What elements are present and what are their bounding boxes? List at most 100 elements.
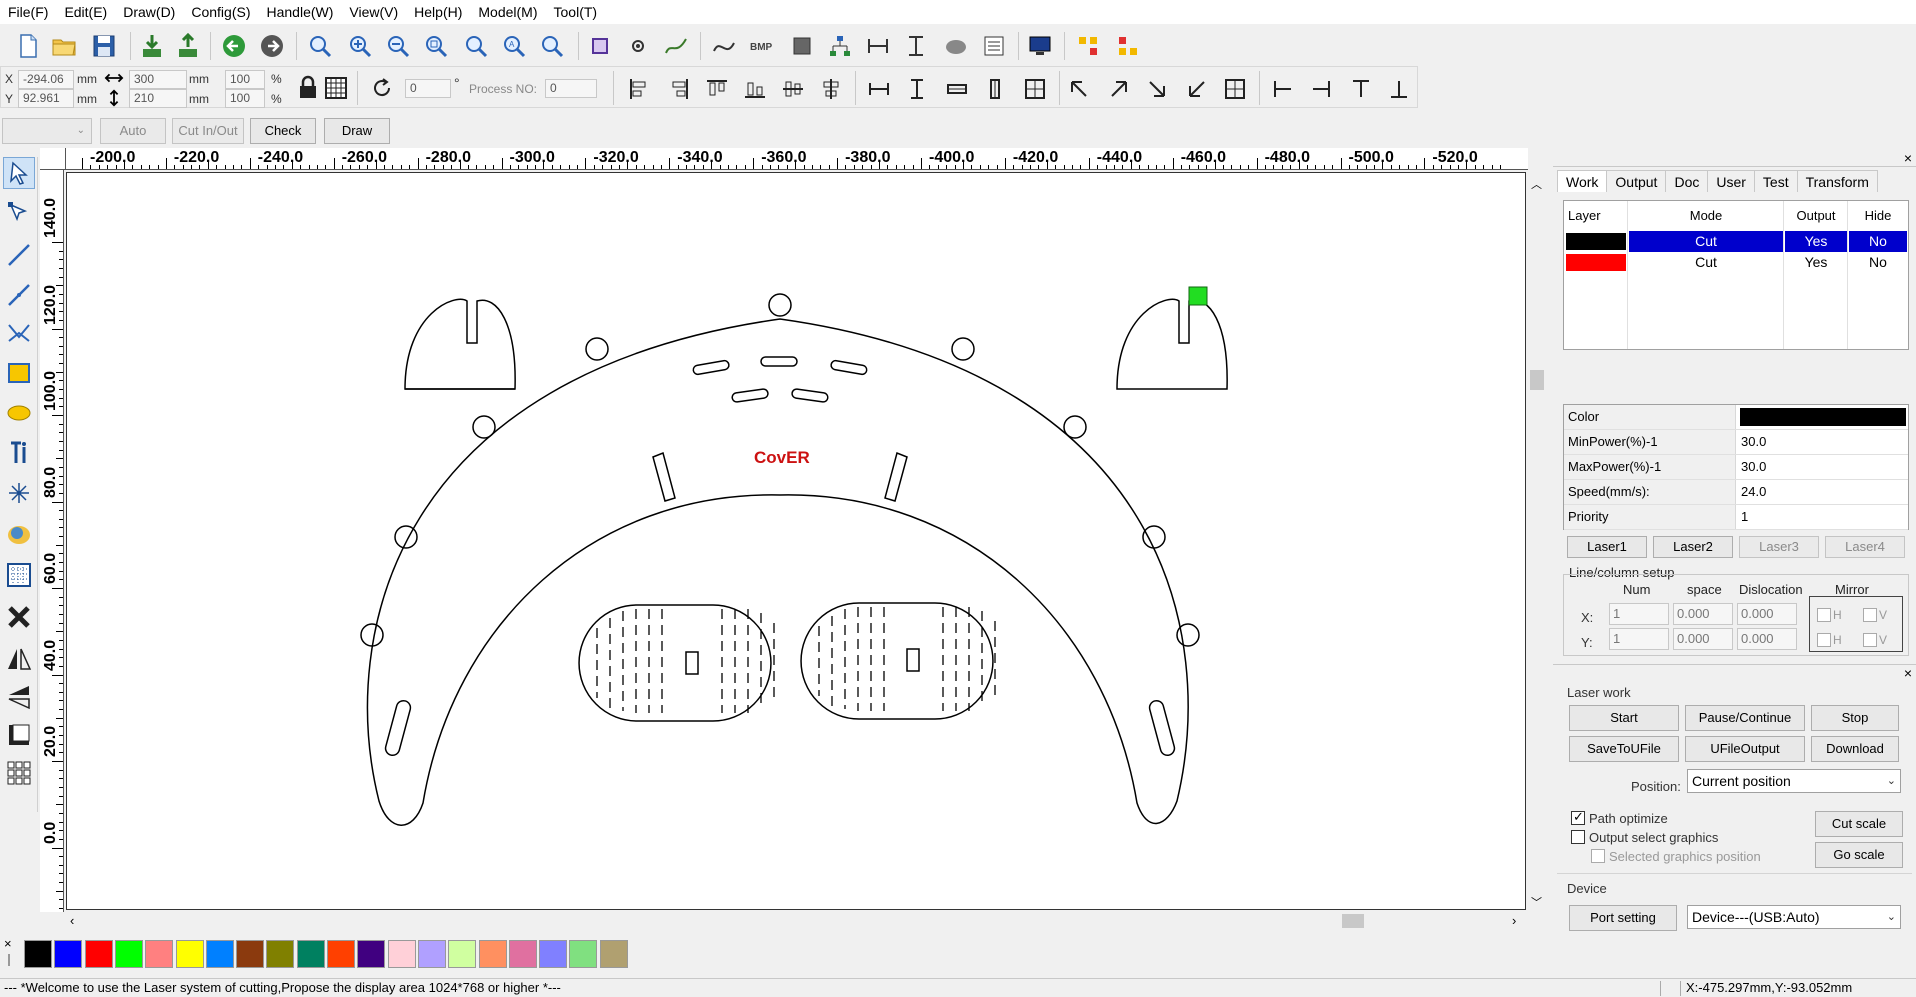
monitor-button[interactable] <box>1024 30 1056 62</box>
select-tool[interactable] <box>3 157 35 189</box>
layer-output[interactable]: Yes <box>1785 231 1847 252</box>
fill-button[interactable] <box>786 30 818 62</box>
property-value[interactable]: 30.0 <box>1738 455 1908 479</box>
property-value[interactable]: 24.0 <box>1738 480 1908 504</box>
rotate-button[interactable] <box>367 73 397 103</box>
same-size-v-button[interactable] <box>979 73 1011 105</box>
save-file-button[interactable] <box>88 30 120 62</box>
x-position-field[interactable]: -294.06 <box>18 70 74 89</box>
rectangle-tool[interactable] <box>3 357 35 389</box>
menu-item-5[interactable]: View(V) <box>341 0 406 24</box>
color-swatch[interactable] <box>145 940 174 968</box>
mirror-x-v-checkbox[interactable] <box>1863 608 1877 622</box>
tab-output[interactable]: Output <box>1606 170 1667 192</box>
move-top-right-button[interactable] <box>1103 73 1135 105</box>
rotation-field[interactable]: 0 <box>405 79 451 98</box>
y-position-field[interactable]: 92.961 <box>18 89 74 108</box>
delete-tool[interactable] <box>3 601 35 633</box>
array-button[interactable] <box>940 30 972 62</box>
color-swatch[interactable] <box>84 940 113 968</box>
color-swatch[interactable] <box>478 940 507 968</box>
dist-bottom-button[interactable] <box>1383 73 1415 105</box>
same-width-button[interactable] <box>863 73 895 105</box>
color-swatch[interactable] <box>569 940 598 968</box>
color-swatch[interactable] <box>448 940 477 968</box>
bitmap-tool[interactable] <box>3 519 35 551</box>
align-left-button[interactable] <box>623 73 655 105</box>
align-nodes-button[interactable] <box>1072 30 1104 62</box>
laser-work-close-icon[interactable]: × <box>1904 665 1912 681</box>
node-edit-button[interactable] <box>622 30 654 62</box>
export-button[interactable] <box>172 30 204 62</box>
move-bottom-left-button[interactable] <box>1181 73 1213 105</box>
tab-doc[interactable]: Doc <box>1665 170 1709 192</box>
zoom-page-button[interactable] <box>420 30 452 62</box>
layer-mode[interactable]: Cut <box>1629 231 1783 252</box>
property-value[interactable]: 1 <box>1738 505 1908 529</box>
scale-h-field[interactable]: 100 <box>225 89 265 108</box>
start-button[interactable]: Start <box>1569 705 1679 731</box>
grid-select-button[interactable] <box>323 75 349 101</box>
grid-tool[interactable] <box>3 559 35 591</box>
color-swatch[interactable] <box>357 940 386 968</box>
layer-hide[interactable]: No <box>1849 231 1907 252</box>
tab-transform[interactable]: Transform <box>1796 170 1878 192</box>
layer-hide[interactable]: No <box>1849 252 1907 273</box>
distance-h-button[interactable] <box>862 30 894 62</box>
x-num-input[interactable]: 1 <box>1609 603 1669 625</box>
curve-tool[interactable] <box>3 317 35 349</box>
color-swatch[interactable] <box>205 940 234 968</box>
vertical-scroll-thumb[interactable] <box>1530 370 1544 390</box>
point-tool[interactable] <box>3 477 35 509</box>
cut-scale-button[interactable]: Cut scale <box>1815 811 1903 837</box>
move-center-button[interactable] <box>1219 73 1251 105</box>
bitmap-button[interactable]: BMP <box>746 30 778 62</box>
menu-item-4[interactable]: Handle(W) <box>258 0 341 24</box>
property-color-value[interactable] <box>1740 408 1906 426</box>
layer-dropdown[interactable]: ⌄ <box>2 118 92 144</box>
work-panel-close-icon[interactable]: × <box>1904 150 1912 166</box>
mirror-y-h-checkbox[interactable] <box>1817 633 1831 647</box>
palette-close-icon[interactable]: × <box>4 936 12 951</box>
width-field[interactable]: 300 <box>129 70 187 89</box>
redo-button[interactable] <box>256 30 288 62</box>
menu-item-3[interactable]: Config(S) <box>183 0 258 24</box>
import-button[interactable] <box>136 30 168 62</box>
menu-item-6[interactable]: Help(H) <box>406 0 470 24</box>
zoom-out-button[interactable] <box>382 30 414 62</box>
smooth-curve-button[interactable] <box>708 30 740 62</box>
tab-work[interactable]: Work <box>1557 170 1608 192</box>
new-file-button[interactable] <box>12 30 44 62</box>
y-space-input[interactable]: 0.000 <box>1673 628 1733 650</box>
color-swatch[interactable] <box>508 940 537 968</box>
align-right-button[interactable] <box>663 73 695 105</box>
mirror-y-v-checkbox[interactable] <box>1863 633 1877 647</box>
color-swatch[interactable] <box>387 940 416 968</box>
align-bottom-button[interactable] <box>739 73 771 105</box>
go-scale-button[interactable]: Go scale <box>1815 842 1903 868</box>
drawing-canvas[interactable]: CovER <box>66 172 1526 910</box>
menu-item-2[interactable]: Draw(D) <box>115 0 183 24</box>
text-tool[interactable] <box>3 437 35 469</box>
zoom-fit-button[interactable] <box>536 30 568 62</box>
line-tool[interactable] <box>3 239 35 271</box>
align-top-button[interactable] <box>701 73 733 105</box>
zoom-in-button[interactable] <box>344 30 376 62</box>
layer-row[interactable]: Cut Yes No <box>1564 231 1908 252</box>
property-value[interactable]: 30.0 <box>1738 430 1908 454</box>
scroll-left-arrow-icon[interactable]: ‹ <box>70 913 74 928</box>
zoom-select-button[interactable] <box>460 30 492 62</box>
mirror-h-tool[interactable] <box>3 643 35 675</box>
menu-item-0[interactable]: File(F) <box>0 0 56 24</box>
align-center-v-button[interactable] <box>777 73 809 105</box>
move-bottom-right-button[interactable] <box>1141 73 1173 105</box>
scroll-up-arrow-icon[interactable]: ︿ <box>1531 176 1542 192</box>
distance-v-button[interactable] <box>900 30 932 62</box>
laser-4-button[interactable]: Laser4 <box>1825 536 1905 558</box>
tab-test[interactable]: Test <box>1753 170 1798 192</box>
undo-button[interactable] <box>218 30 250 62</box>
color-swatch[interactable] <box>266 940 295 968</box>
tab-user[interactable]: User <box>1707 170 1755 192</box>
y-num-input[interactable]: 1 <box>1609 628 1669 650</box>
save-to-ufile-button[interactable]: SaveToUFile <box>1569 736 1679 762</box>
